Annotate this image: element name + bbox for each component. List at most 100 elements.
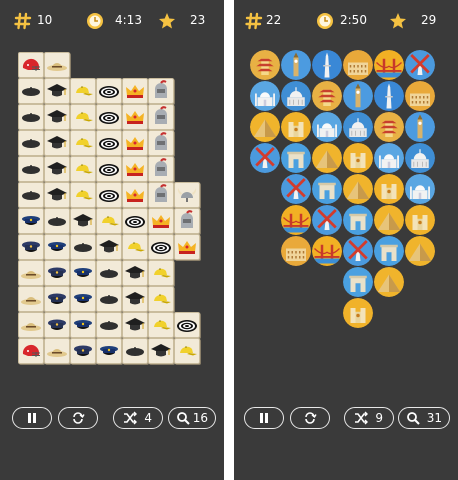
landmark-tile[interactable] bbox=[374, 174, 404, 204]
hat-tile[interactable] bbox=[148, 208, 174, 234]
hat-tile[interactable] bbox=[18, 312, 44, 338]
landmark-tile[interactable] bbox=[343, 174, 373, 204]
landmark-tile[interactable] bbox=[312, 81, 342, 111]
landmark-tile[interactable] bbox=[343, 205, 373, 235]
landmark-tile[interactable] bbox=[343, 143, 373, 173]
hat-tile[interactable] bbox=[70, 130, 96, 156]
hat-tile[interactable] bbox=[122, 312, 148, 338]
hat-tile[interactable] bbox=[174, 208, 200, 234]
hat-tile[interactable] bbox=[96, 182, 122, 208]
hat-tile[interactable] bbox=[44, 78, 70, 104]
hat-tile[interactable] bbox=[148, 156, 174, 182]
landmark-tile[interactable] bbox=[250, 50, 280, 80]
hat-tile[interactable] bbox=[44, 208, 70, 234]
landmark-tile[interactable] bbox=[405, 50, 435, 80]
hat-tile[interactable] bbox=[148, 338, 174, 364]
hat-tile[interactable] bbox=[44, 234, 70, 260]
hat-tile[interactable] bbox=[96, 104, 122, 130]
hat-tile[interactable] bbox=[44, 312, 70, 338]
hat-tile[interactable] bbox=[148, 130, 174, 156]
hat-tile[interactable] bbox=[96, 338, 122, 364]
landmark-tile[interactable] bbox=[343, 81, 373, 111]
hat-tile[interactable] bbox=[148, 234, 174, 260]
hat-tile[interactable] bbox=[44, 182, 70, 208]
hat-tile[interactable] bbox=[18, 130, 44, 156]
landmark-tile[interactable] bbox=[312, 50, 342, 80]
hat-tile[interactable] bbox=[122, 130, 148, 156]
hat-tile[interactable] bbox=[122, 208, 148, 234]
landmark-tile[interactable] bbox=[405, 236, 435, 266]
hat-tile[interactable] bbox=[96, 312, 122, 338]
hat-tile[interactable] bbox=[18, 156, 44, 182]
hat-tile[interactable] bbox=[174, 338, 200, 364]
landmark-tile[interactable] bbox=[281, 81, 311, 111]
landmark-tile[interactable] bbox=[281, 50, 311, 80]
landmark-tile[interactable] bbox=[374, 267, 404, 297]
hat-tile[interactable] bbox=[70, 182, 96, 208]
landmark-tile[interactable] bbox=[374, 143, 404, 173]
hat-tile[interactable] bbox=[122, 234, 148, 260]
hat-tile[interactable] bbox=[18, 78, 44, 104]
hat-tile[interactable] bbox=[18, 208, 44, 234]
landmark-tile[interactable] bbox=[250, 81, 280, 111]
hat-tile[interactable] bbox=[70, 338, 96, 364]
shuffle-button[interactable]: 9 bbox=[344, 407, 394, 429]
landmark-tile[interactable] bbox=[312, 174, 342, 204]
landmark-tile[interactable] bbox=[343, 50, 373, 80]
landmark-tile[interactable] bbox=[312, 205, 342, 235]
landmark-tile[interactable] bbox=[374, 236, 404, 266]
landmark-tile[interactable] bbox=[405, 205, 435, 235]
hint-button[interactable]: 16 bbox=[168, 407, 216, 429]
hat-tile[interactable] bbox=[70, 104, 96, 130]
landmark-tile[interactable] bbox=[343, 112, 373, 142]
landmark-tile[interactable] bbox=[374, 81, 404, 111]
hat-tile[interactable] bbox=[96, 208, 122, 234]
hat-tile[interactable] bbox=[96, 130, 122, 156]
hat-tile[interactable] bbox=[70, 260, 96, 286]
hat-tile[interactable] bbox=[148, 312, 174, 338]
hat-tile[interactable] bbox=[148, 182, 174, 208]
landmark-tile[interactable] bbox=[250, 112, 280, 142]
landmark-tile[interactable] bbox=[250, 143, 280, 173]
landmark-tile[interactable] bbox=[343, 298, 373, 328]
hat-tile[interactable] bbox=[96, 286, 122, 312]
hat-tile[interactable] bbox=[44, 130, 70, 156]
undo-button[interactable] bbox=[58, 407, 98, 429]
hat-tile[interactable] bbox=[70, 78, 96, 104]
hat-tile[interactable] bbox=[44, 52, 70, 78]
landmark-tile[interactable] bbox=[312, 143, 342, 173]
pause-button[interactable] bbox=[244, 407, 284, 429]
hat-tile[interactable] bbox=[44, 260, 70, 286]
landmark-tile[interactable] bbox=[281, 143, 311, 173]
hat-tile[interactable] bbox=[148, 260, 174, 286]
hat-tile[interactable] bbox=[174, 234, 200, 260]
landmark-tile[interactable] bbox=[405, 81, 435, 111]
hat-tile[interactable] bbox=[18, 234, 44, 260]
hat-tile[interactable] bbox=[122, 78, 148, 104]
hat-tile[interactable] bbox=[70, 234, 96, 260]
hat-tile[interactable] bbox=[18, 52, 44, 78]
hat-tile[interactable] bbox=[44, 338, 70, 364]
landmark-tile[interactable] bbox=[281, 236, 311, 266]
pause-button[interactable] bbox=[12, 407, 52, 429]
hat-tile[interactable] bbox=[148, 104, 174, 130]
landmark-tile[interactable] bbox=[343, 267, 373, 297]
hat-tile[interactable] bbox=[122, 260, 148, 286]
hat-tile[interactable] bbox=[174, 312, 200, 338]
hat-tile[interactable] bbox=[148, 286, 174, 312]
hat-tile[interactable] bbox=[70, 208, 96, 234]
landmark-tile[interactable] bbox=[374, 112, 404, 142]
shuffle-button[interactable]: 4 bbox=[113, 407, 163, 429]
hat-tile[interactable] bbox=[148, 78, 174, 104]
hat-tile[interactable] bbox=[70, 156, 96, 182]
hat-tile[interactable] bbox=[96, 156, 122, 182]
landmark-tile[interactable] bbox=[312, 112, 342, 142]
hat-tile[interactable] bbox=[122, 156, 148, 182]
hat-tile[interactable] bbox=[18, 338, 44, 364]
hat-tile[interactable] bbox=[18, 182, 44, 208]
landmark-tile[interactable] bbox=[405, 174, 435, 204]
hat-tile[interactable] bbox=[96, 234, 122, 260]
landmark-tile[interactable] bbox=[343, 236, 373, 266]
landmark-tile[interactable] bbox=[374, 50, 404, 80]
hint-button[interactable]: 31 bbox=[398, 407, 450, 429]
